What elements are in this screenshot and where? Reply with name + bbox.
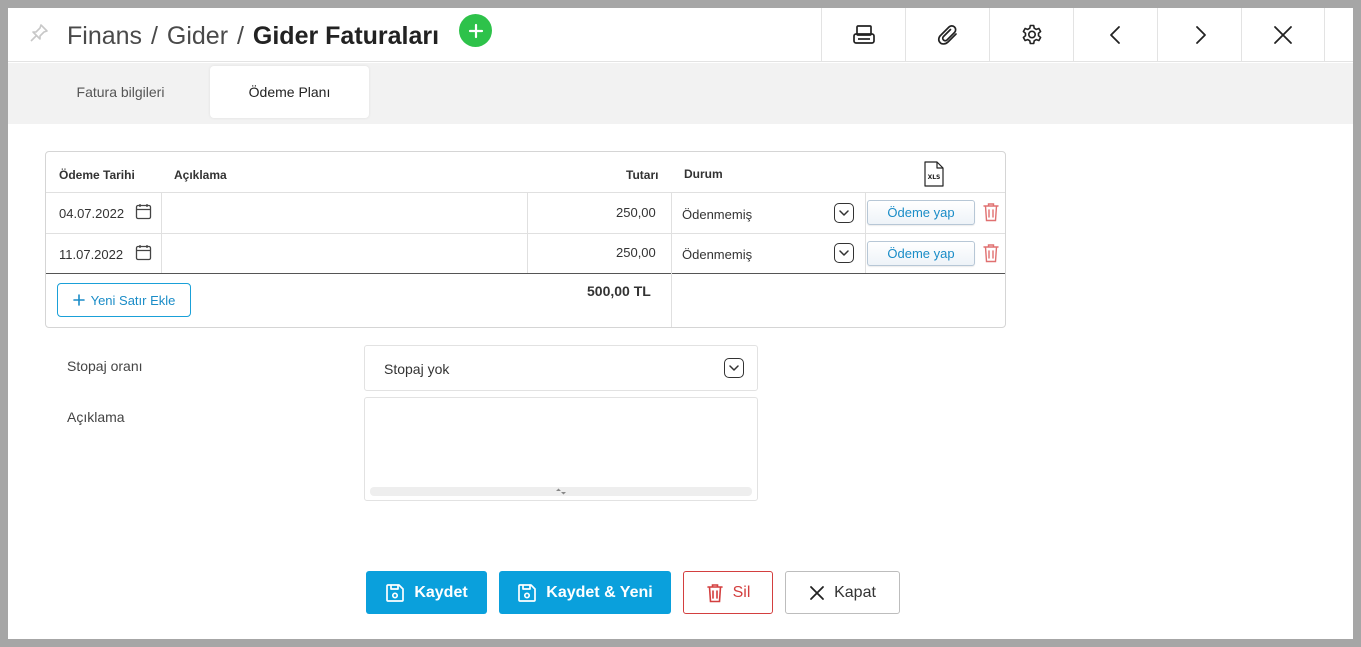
aciklama-label: Açıklama <box>67 409 125 425</box>
save-label: Kaydet <box>414 583 468 601</box>
pin-icon[interactable] <box>28 22 50 44</box>
breadcrumb-item-finans[interactable]: Finans <box>67 22 142 50</box>
close-window-button[interactable] <box>1241 8 1325 62</box>
stopaj-label: Stopaj oranı <box>67 358 143 374</box>
tab-odeme-plani[interactable]: Ödeme Planı <box>210 66 369 118</box>
column-divider <box>671 192 672 327</box>
page-title: Gider Faturaları <box>252 22 440 50</box>
delete-button[interactable]: Sil <box>683 571 773 614</box>
row-1-status[interactable]: Ödenmemiş <box>682 207 752 222</box>
delete-label: Sil <box>732 583 751 601</box>
column-divider <box>527 192 528 273</box>
breadcrumb-item-gider[interactable]: Gider <box>167 22 228 50</box>
chevron-left-icon <box>1109 26 1120 44</box>
close-icon <box>1274 26 1292 44</box>
breadcrumb: Finans / Gider / Gider Faturaları <box>67 16 439 56</box>
add-row-label: Yeni Satır Ekle <box>90 292 176 308</box>
row-2-date[interactable]: 11.07.2022 <box>59 247 123 262</box>
xls-export-icon[interactable]: XLS <box>924 161 944 187</box>
app-window: Finans / Gider / Gider Faturaları Fatura… <box>8 8 1353 639</box>
paperclip-icon <box>937 25 957 45</box>
stopaj-select[interactable]: Stopaj yok <box>364 345 758 391</box>
tab-bar: Fatura bilgileri Ödeme Planı <box>8 63 1353 124</box>
total-amount: 500,00 TL <box>587 283 651 299</box>
toolbar <box>821 8 1325 62</box>
xls-label: XLS <box>928 174 941 181</box>
attach-button[interactable] <box>905 8 989 62</box>
add-new-button[interactable] <box>459 14 492 47</box>
column-header-date: Ödeme Tarihi <box>59 168 135 182</box>
print-button[interactable] <box>821 8 905 62</box>
chevron-right-icon <box>1195 26 1206 44</box>
row-1-date[interactable]: 04.07.2022 <box>59 206 124 221</box>
calendar-icon[interactable] <box>135 244 152 261</box>
row-divider <box>46 273 1005 274</box>
previous-button[interactable] <box>1073 8 1157 62</box>
resize-arrows-icon <box>556 488 566 495</box>
floppy-disk-icon <box>518 583 537 602</box>
breadcrumb-separator: / <box>237 22 244 50</box>
trash-icon[interactable] <box>982 202 1000 222</box>
header-bar: Finans / Gider / Gider Faturaları <box>8 8 1353 62</box>
trash-icon <box>706 583 723 602</box>
gear-icon <box>1022 24 1041 45</box>
save-and-new-label: Kaydet & Yeni <box>546 583 653 601</box>
column-header-status: Durum <box>684 167 723 181</box>
column-divider <box>865 192 866 273</box>
printer-icon <box>852 25 875 44</box>
save-button[interactable]: Kaydet <box>366 571 487 614</box>
floppy-disk-icon <box>386 583 405 602</box>
chevron-down-icon[interactable] <box>834 203 854 223</box>
column-divider <box>161 192 162 273</box>
close-button[interactable]: Kapat <box>785 571 900 614</box>
row-2-pay-button[interactable]: Ödeme yap <box>867 241 975 266</box>
column-header-amount: Tutarı <box>626 168 659 182</box>
aciklama-textarea[interactable] <box>364 397 758 501</box>
next-button[interactable] <box>1157 8 1241 62</box>
chevron-down-icon[interactable] <box>834 243 854 263</box>
close-icon <box>810 585 824 600</box>
add-row-button[interactable]: Yeni Satır Ekle <box>57 283 191 317</box>
row-1-pay-button[interactable]: Ödeme yap <box>867 200 975 225</box>
trash-icon[interactable] <box>982 243 1000 263</box>
row-2-amount[interactable]: 250,00 <box>616 245 656 260</box>
row-divider <box>46 192 1005 193</box>
chevron-down-icon[interactable] <box>724 358 744 378</box>
plus-icon <box>72 294 85 306</box>
row-2-status[interactable]: Ödenmemiş <box>682 247 752 262</box>
save-and-new-button[interactable]: Kaydet & Yeni <box>499 571 671 614</box>
tab-fatura-bilgileri[interactable]: Fatura bilgileri <box>38 66 203 118</box>
row-1-amount[interactable]: 250,00 <box>616 205 656 220</box>
close-label: Kapat <box>834 583 876 601</box>
breadcrumb-separator: / <box>151 22 158 50</box>
settings-button[interactable] <box>989 8 1073 62</box>
calendar-icon[interactable] <box>135 203 152 220</box>
payment-plan-table: Ödeme Tarihi Açıklama Tutarı Durum XLS 0… <box>45 151 1006 328</box>
row-divider <box>46 233 1005 234</box>
resize-handle[interactable] <box>370 487 752 496</box>
plus-icon <box>468 23 483 38</box>
column-header-description: Açıklama <box>174 168 227 182</box>
stopaj-value: Stopaj yok <box>384 361 450 377</box>
